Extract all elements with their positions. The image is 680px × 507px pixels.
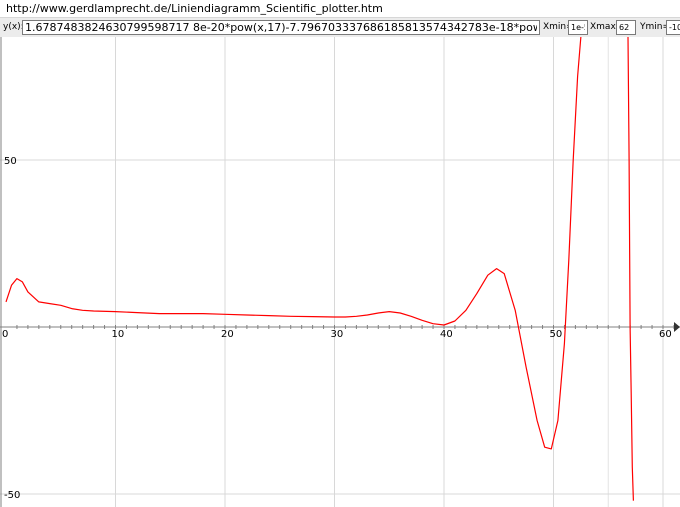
plot-controls: y(x): Xmin= Xmax= Ymin= bbox=[0, 17, 680, 37]
y-tick-label: -50 bbox=[4, 490, 20, 501]
x-tick-label: 60 bbox=[659, 329, 672, 340]
x-tick-label: 20 bbox=[221, 329, 234, 340]
y-tick-label: 50 bbox=[4, 156, 17, 167]
x-tick-label: 10 bbox=[112, 329, 125, 340]
formula-input[interactable] bbox=[22, 20, 540, 35]
grid bbox=[0, 37, 680, 507]
x-tick-label: 40 bbox=[440, 329, 453, 340]
ymin-input[interactable] bbox=[666, 20, 680, 35]
function-curve bbox=[5, 37, 634, 501]
x-tick-label: 0 bbox=[2, 329, 8, 340]
xmax-input[interactable] bbox=[616, 20, 636, 35]
x-tick-label: 50 bbox=[550, 329, 563, 340]
url-bar: http://www.gerdlamprecht.de/Liniendiagra… bbox=[0, 0, 680, 18]
curve-segment-1 bbox=[5, 37, 582, 450]
curve-segment-2 bbox=[627, 37, 634, 501]
formula-label: y(x): bbox=[3, 22, 24, 32]
x-axis-arrow bbox=[674, 322, 680, 332]
axes bbox=[0, 37, 680, 507]
x-tick-label: 30 bbox=[331, 329, 344, 340]
xmin-input[interactable] bbox=[568, 20, 588, 35]
function-plot: 0 10 20 30 40 50 60 50 -50 bbox=[0, 37, 680, 507]
